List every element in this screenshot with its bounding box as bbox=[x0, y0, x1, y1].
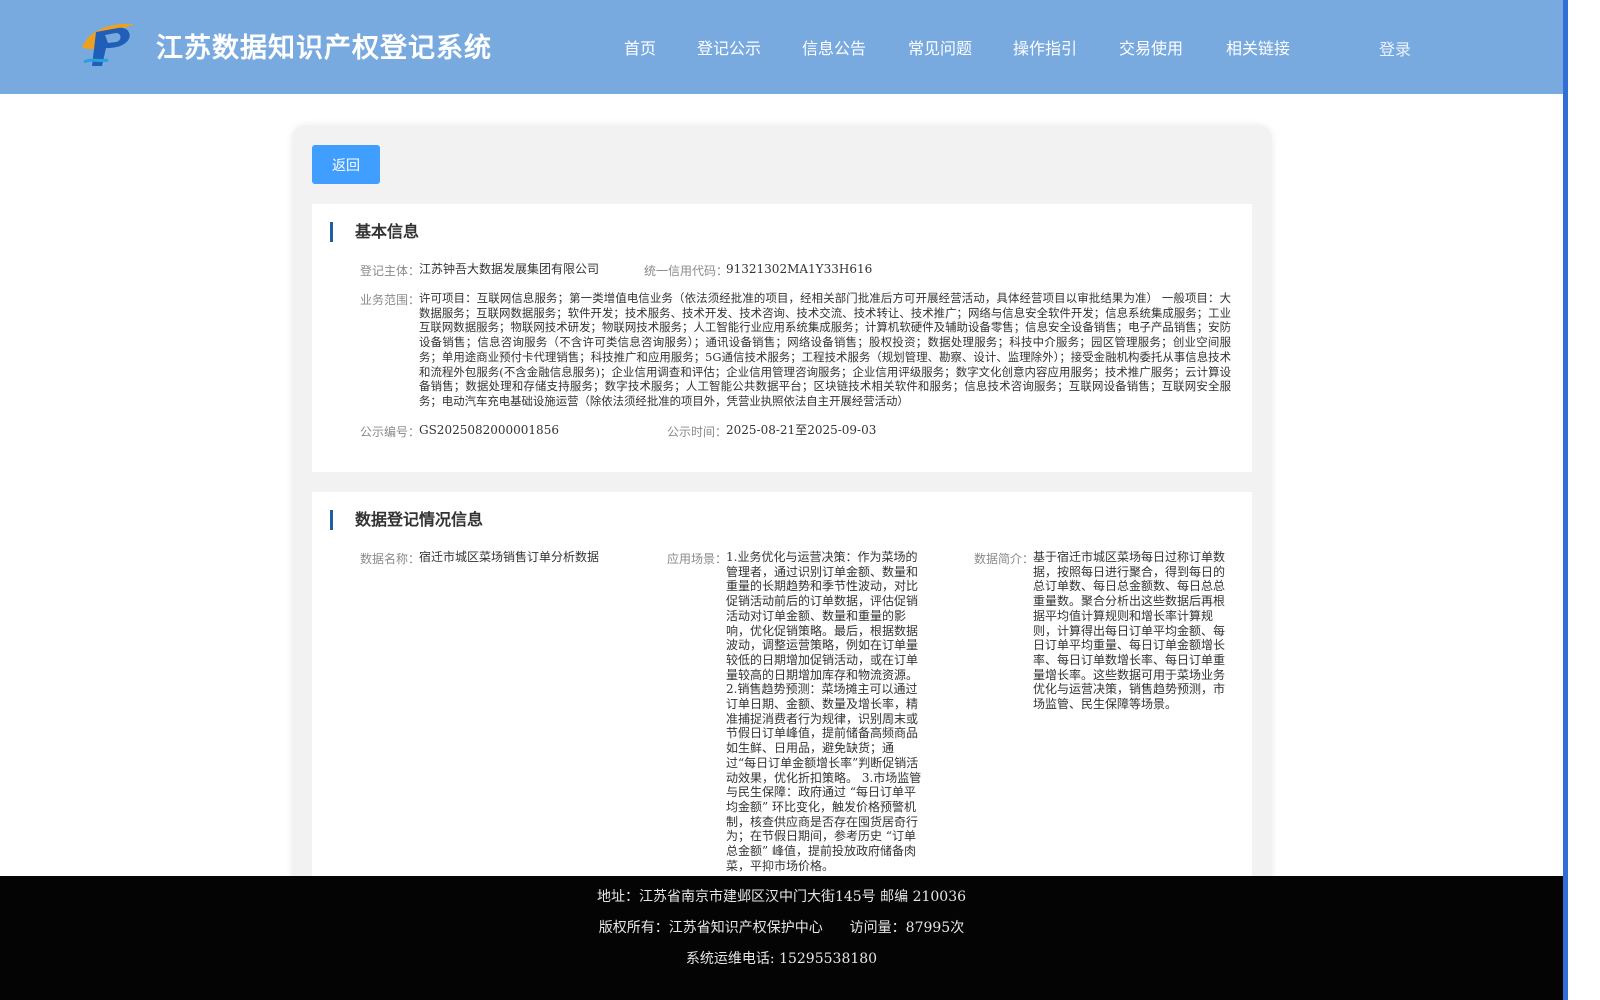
data-name-value: 宿迁市城区菜场销售订单分析数据 bbox=[419, 550, 600, 564]
data-name-label: 数据名称： bbox=[360, 552, 421, 566]
data-registration-card: 数据登记情况信息 数据名称： 宿迁市城区菜场销售订单分析数据 应用场景： 1.业… bbox=[312, 492, 1252, 912]
publication-number-value: GS2025082000001856 bbox=[419, 423, 559, 437]
main-nav: 首页 登记公示 信息公告 常见问题 操作指引 交易使用 相关链接 bbox=[0, 0, 1563, 94]
footer-copyright: 版权所有：江苏省知识产权保护中心 bbox=[598, 920, 823, 936]
basic-info-title: 基本信息 bbox=[330, 222, 419, 242]
credit-code-label: 统一信用代码： bbox=[644, 264, 729, 278]
nav-item-home[interactable]: 首页 bbox=[624, 35, 656, 59]
site-footer: 地址：江苏省南京市建邺区汉中门大街145号 邮编 210036 版权所有：江苏省… bbox=[0, 876, 1563, 1000]
basic-info-card: 基本信息 登记主体： 江苏钟吾大数据发展集团有限公司 统一信用代码： 91321… bbox=[312, 204, 1252, 472]
scope-value: 许可项目：互联网信息服务；第一类增值电信业务（依法须经批准的项目，经相关部门批准… bbox=[419, 291, 1231, 408]
footer-phone: 系统运维电话: 15295538180 bbox=[685, 951, 878, 967]
nav-item-trading[interactable]: 交易使用 bbox=[1119, 35, 1183, 59]
data-intro-value: 基于宿迁市城区菜场每日过称订单数据，按照每日进行聚合，得到每日的总订单数、每日总… bbox=[1033, 550, 1226, 712]
application-scene-value: 1.业务优化与运营决策：作为菜场的管理者，通过识别订单金额、数量和重量的长期趋势… bbox=[726, 550, 922, 873]
detail-panel: 返回 基本信息 登记主体： 江苏钟吾大数据发展集团有限公司 统一信用代码： 91… bbox=[292, 125, 1272, 912]
scrollbar-track[interactable] bbox=[1563, 0, 1600, 1000]
subject-label: 登记主体： bbox=[360, 264, 421, 278]
publication-time-label: 公示时间： bbox=[667, 425, 728, 439]
data-registration-title: 数据登记情况信息 bbox=[330, 510, 483, 530]
scrollbar-thumb[interactable] bbox=[1563, 0, 1568, 1000]
nav-item-faq[interactable]: 常见问题 bbox=[908, 35, 972, 59]
nav-item-links[interactable]: 相关链接 bbox=[1226, 35, 1290, 59]
login-link[interactable]: 登录 bbox=[1379, 36, 1411, 60]
footer-address: 地址：江苏省南京市建邺区汉中门大街145号 邮编 210036 bbox=[596, 889, 967, 905]
publication-time-value: 2025-08-21至2025-09-03 bbox=[726, 423, 877, 437]
credit-code-value: 91321302MA1Y33H616 bbox=[726, 262, 873, 276]
nav-item-registration-notice[interactable]: 登记公示 bbox=[697, 35, 761, 59]
footer-copyright-row: 版权所有：江苏省知识产权保护中心 访问量：87995次 bbox=[0, 917, 1563, 937]
scope-label: 业务范围： bbox=[360, 293, 421, 307]
site-header: 江苏数据知识产权登记系统 首页 登记公示 信息公告 常见问题 操作指引 交易使用… bbox=[0, 0, 1563, 94]
subject-value: 江苏钟吾大数据发展集团有限公司 bbox=[419, 262, 600, 276]
nav-item-guide[interactable]: 操作指引 bbox=[1013, 35, 1077, 59]
footer-visit-count: 访问量：87995次 bbox=[849, 920, 965, 936]
publication-number-label: 公示编号： bbox=[360, 425, 421, 439]
data-intro-label: 数据简介： bbox=[974, 552, 1035, 566]
back-button[interactable]: 返回 bbox=[312, 145, 380, 184]
nav-item-announcements[interactable]: 信息公告 bbox=[802, 35, 866, 59]
application-scene-label: 应用场景： bbox=[667, 552, 728, 566]
